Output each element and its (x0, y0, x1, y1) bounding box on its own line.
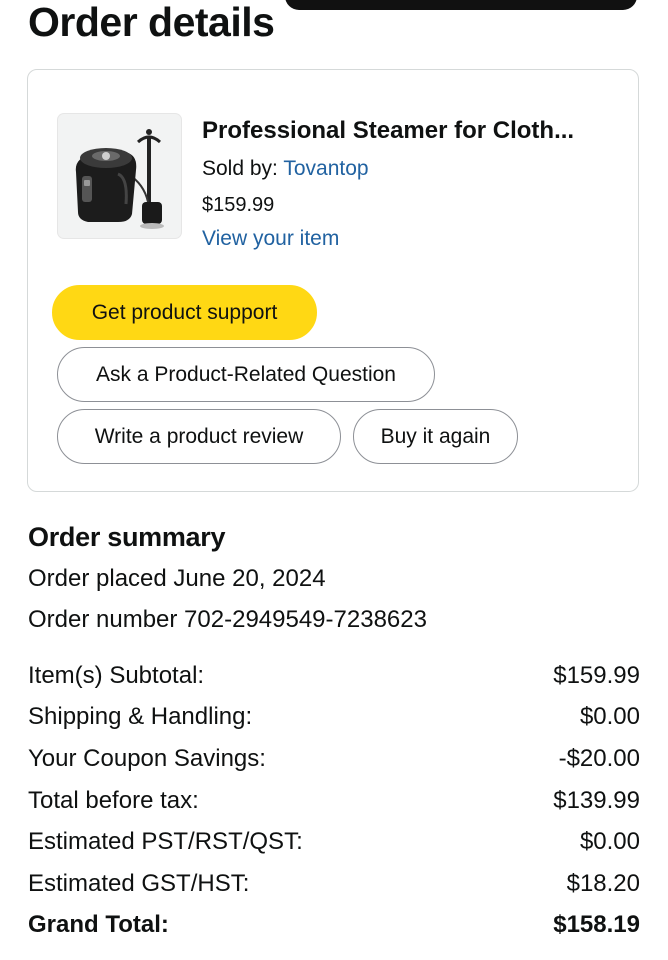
view-item-link[interactable]: View your item (202, 223, 339, 255)
summary-row-label: Your Coupon Savings: (28, 745, 266, 772)
garment-steamer-icon (75, 129, 164, 229)
summary-row-coupon: Your Coupon Savings: -$20.00 (28, 739, 640, 779)
seller-link[interactable]: Tovantop (283, 157, 368, 180)
summary-row-value: $0.00 (579, 703, 640, 730)
summary-row-label: Estimated GST/HST: (28, 870, 250, 897)
sold-by-label: Sold by: (202, 157, 278, 180)
summary-row-value: $139.99 (553, 787, 640, 814)
sold-by: Sold by: Tovantop (202, 153, 369, 185)
order-summary-title: Order summary (28, 522, 226, 552)
buy-again-button[interactable]: Buy it again (353, 409, 518, 464)
summary-row-label: Total before tax: (28, 787, 199, 814)
summary-row-gst: Estimated GST/HST: $18.20 (28, 864, 640, 904)
summary-row-value: -$20.00 (558, 745, 640, 772)
summary-row-subtotal: Item(s) Subtotal: $159.99 (28, 656, 640, 696)
summary-row-pst: Estimated PST/RST/QST: $0.00 (28, 822, 640, 862)
summary-row-value: $18.20 (566, 870, 640, 897)
top-bar-edge (285, 0, 637, 10)
product-card: Professional Steamer for Cloth... Sold b… (27, 69, 639, 492)
summary-row-value: $159.99 (553, 662, 640, 689)
product-thumbnail[interactable] (58, 114, 181, 238)
summary-row-label: Item(s) Subtotal: (28, 662, 205, 689)
order-placed-date: Order placed June 20, 2024 (28, 565, 326, 592)
summary-row-grand-total: Grand Total: $158.19 (28, 905, 640, 945)
write-review-button[interactable]: Write a product review (57, 409, 341, 464)
product-price: $159.99 (202, 194, 275, 216)
summary-row-label: Shipping & Handling: (28, 703, 253, 730)
summary-row-value: $0.00 (579, 828, 640, 855)
get-product-support-button[interactable]: Get product support (52, 285, 317, 340)
summary-row-label: Grand Total: (28, 911, 169, 938)
ask-question-button[interactable]: Ask a Product-Related Question (57, 347, 435, 402)
summary-row-label: Estimated PST/RST/QST: (28, 828, 303, 855)
summary-row-before-tax: Total before tax: $139.99 (28, 781, 640, 821)
summary-row-shipping: Shipping & Handling: $0.00 (28, 697, 640, 737)
order-number: Order number 702-2949549-7238623 (28, 606, 427, 633)
summary-row-value: $158.19 (553, 911, 640, 938)
page-title: Order details (28, 0, 275, 45)
product-name[interactable]: Professional Steamer for Cloth... (202, 114, 574, 148)
